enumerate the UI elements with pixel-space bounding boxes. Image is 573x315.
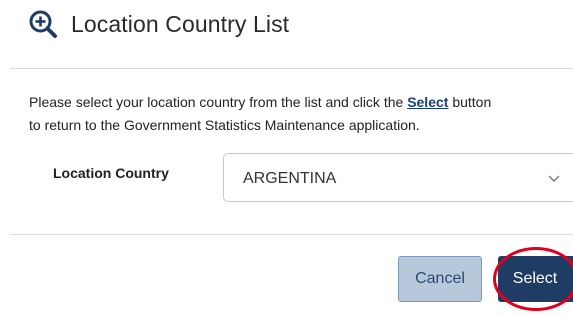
select-button[interactable]: Select bbox=[498, 256, 573, 302]
location-country-selected-value: ARGENTINA bbox=[243, 170, 337, 187]
header: Location Country List bbox=[28, 6, 289, 42]
instructions-text: Please select your location country from… bbox=[29, 91, 573, 137]
instructions-text-line2: to return to the Government Statistics M… bbox=[29, 117, 420, 133]
zoom-in-icon bbox=[28, 9, 58, 39]
cancel-button[interactable]: Cancel bbox=[398, 256, 482, 302]
page-title: Location Country List bbox=[71, 10, 290, 37]
chevron-down-icon bbox=[547, 171, 561, 185]
footer-divider bbox=[10, 234, 573, 235]
location-country-dialog: Location Country List Please select your… bbox=[0, 0, 573, 315]
instructions-text-part1: Please select your location country from… bbox=[29, 94, 408, 110]
location-country-label: Location Country bbox=[53, 165, 169, 181]
location-country-select[interactable]: ARGENTINA bbox=[223, 153, 573, 202]
select-link[interactable]: Select bbox=[407, 94, 448, 110]
instructions-text-part2: button bbox=[448, 94, 492, 110]
header-divider bbox=[10, 68, 573, 69]
